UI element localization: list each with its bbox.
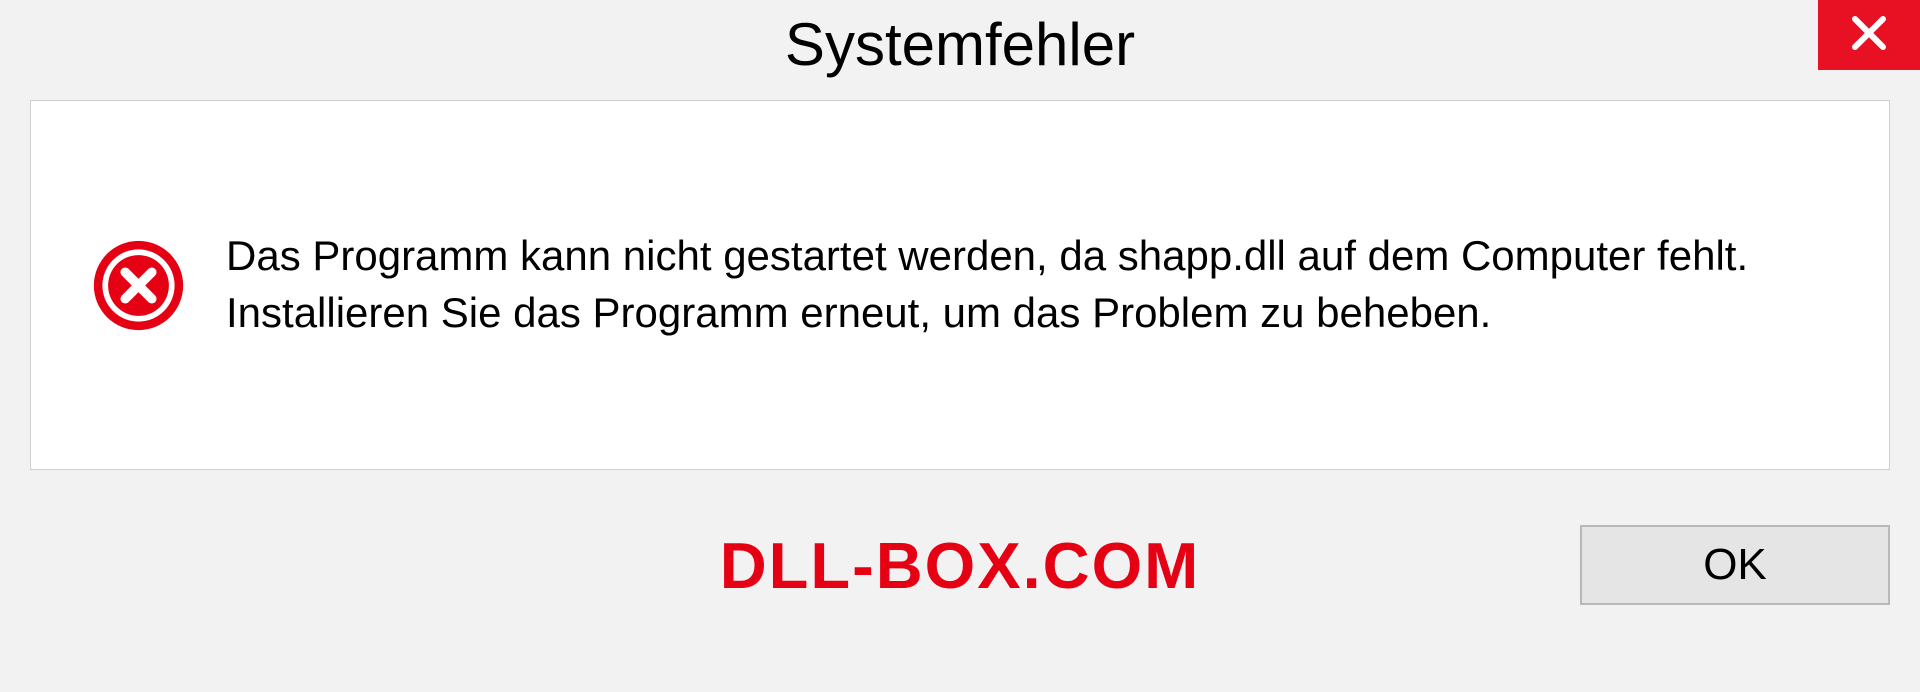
close-icon [1849,13,1889,58]
error-icon [91,238,186,333]
ok-button[interactable]: OK [1580,525,1890,605]
error-dialog: Systemfehler Das Programm kann nicht ges… [0,0,1920,692]
ok-button-label: OK [1703,540,1767,590]
close-button[interactable] [1818,0,1920,70]
error-message: Das Programm kann nicht gestartet werden… [226,228,1829,341]
titlebar: Systemfehler [0,0,1920,100]
footer: DLL-BOX.COM OK [0,470,1920,660]
dialog-title: Systemfehler [785,10,1135,79]
content-area: Das Programm kann nicht gestartet werden… [30,100,1890,470]
watermark-text: DLL-BOX.COM [720,528,1201,603]
